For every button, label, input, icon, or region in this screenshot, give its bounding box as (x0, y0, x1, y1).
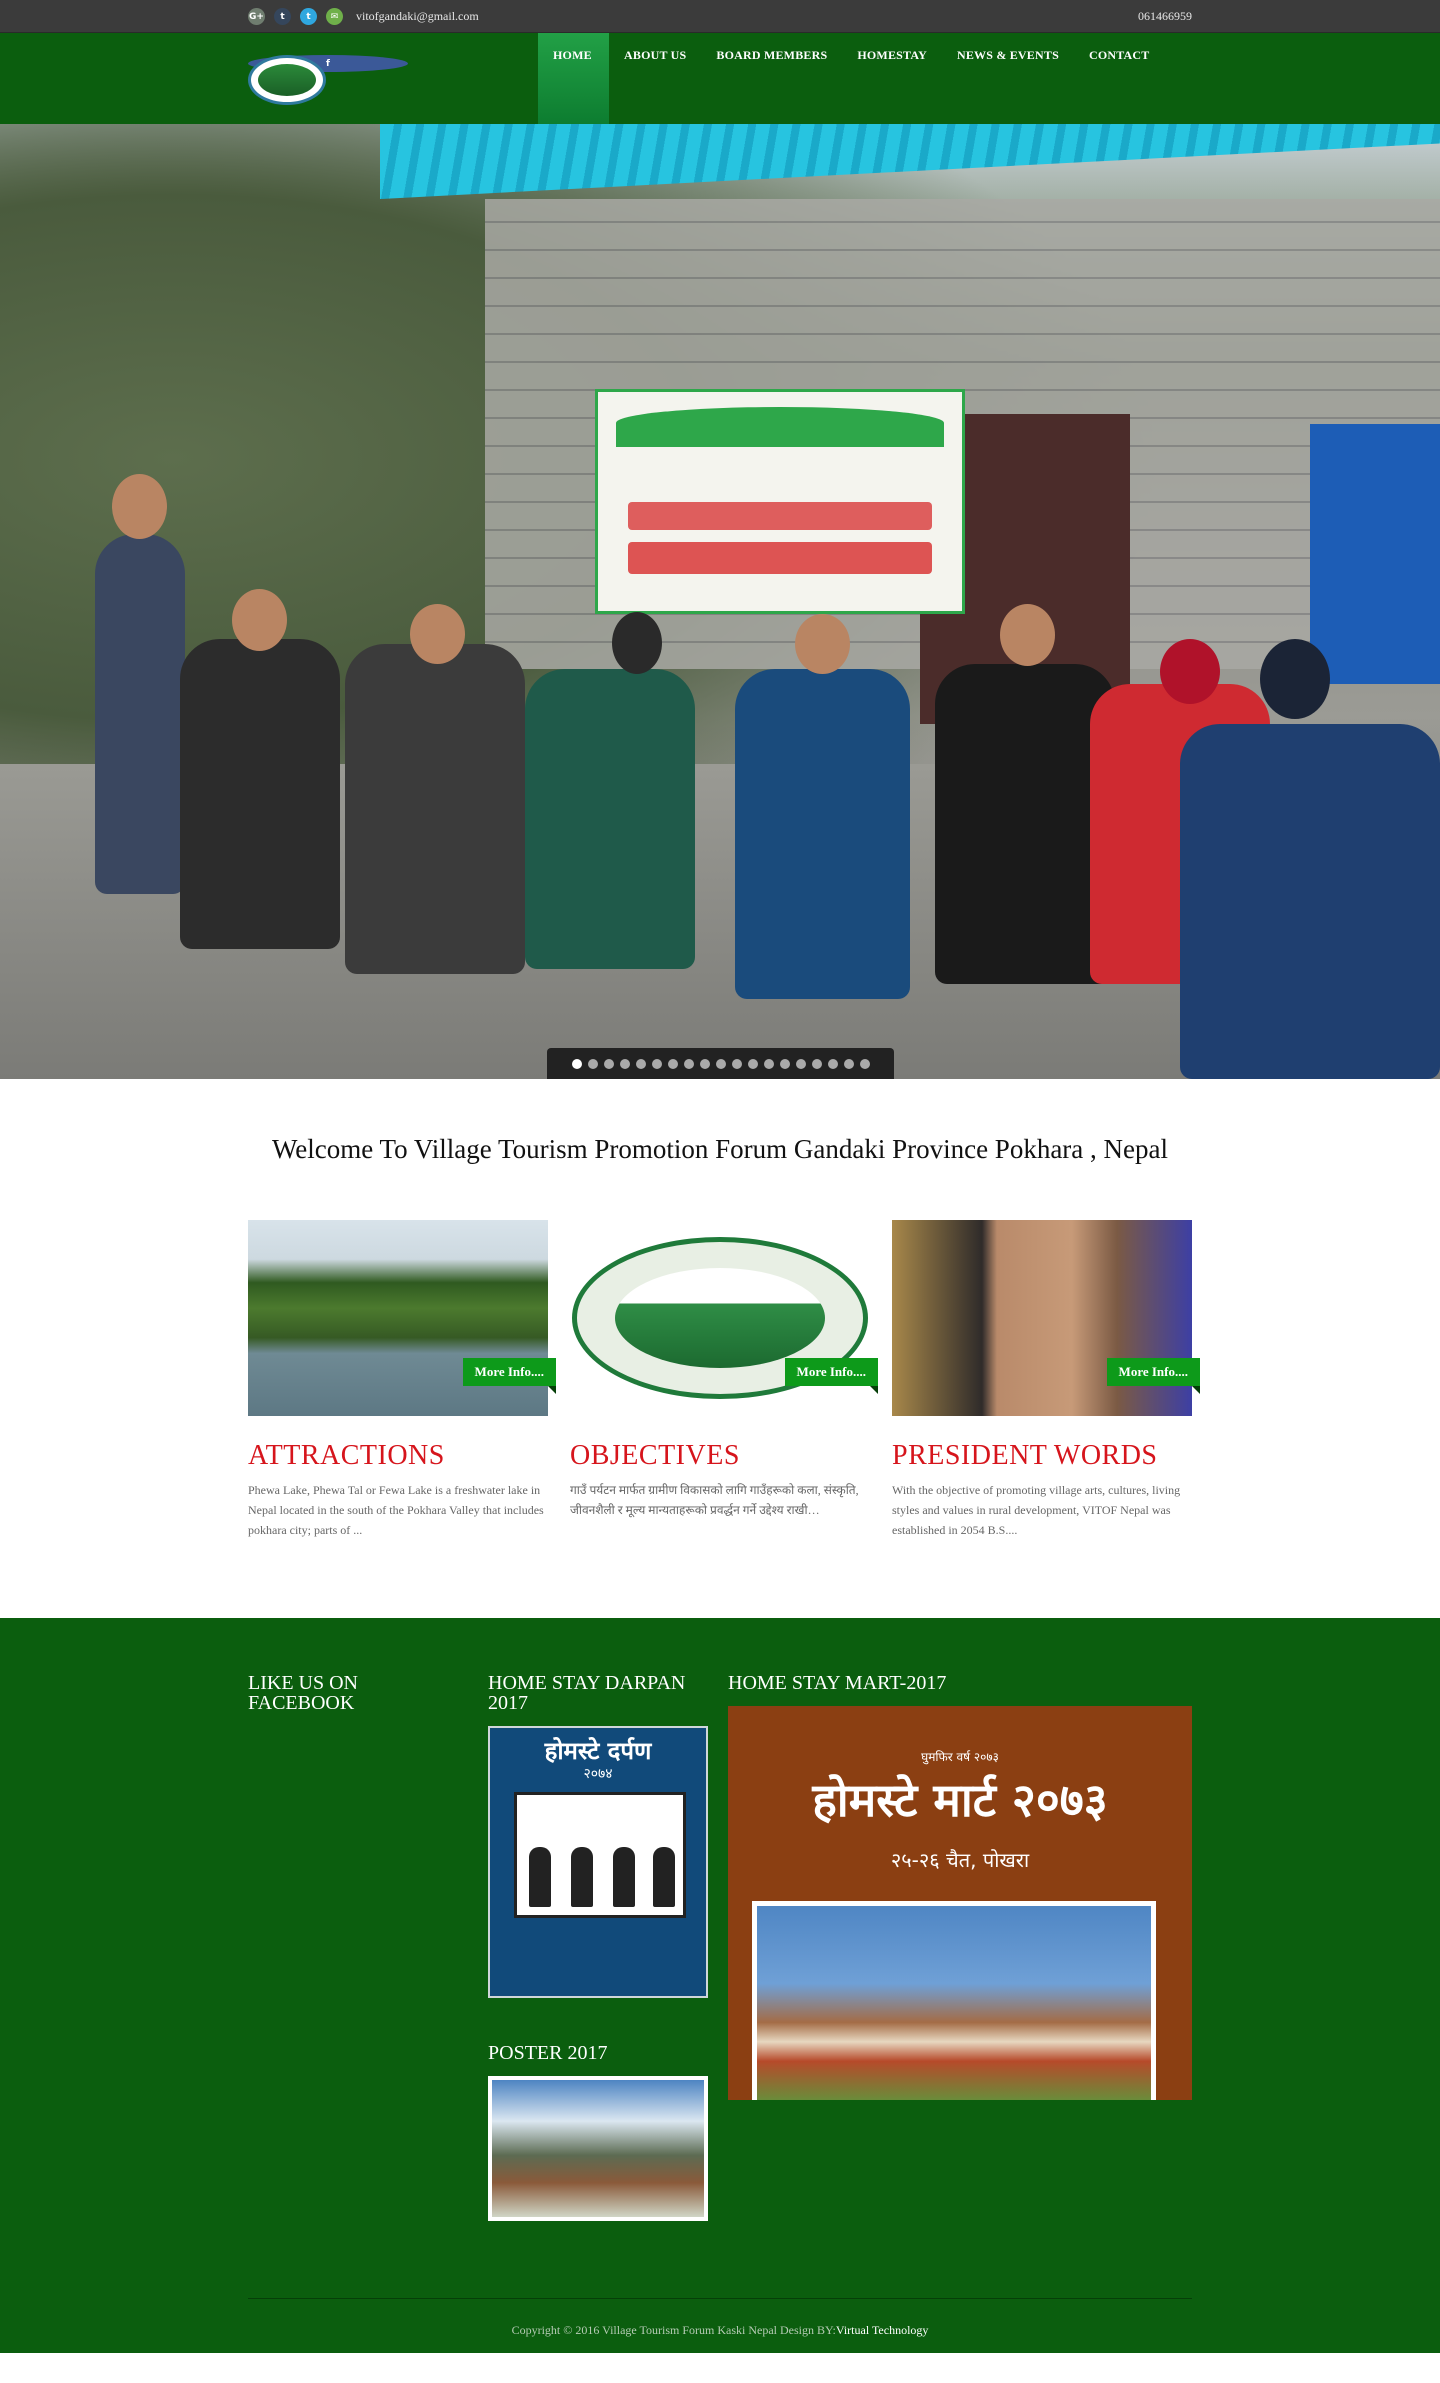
slider-dot[interactable] (651, 1058, 662, 1069)
mart-poster-image[interactable]: घुमफिर वर्ष २०७३ होमस्टे मार्ट २०७३ २५-२… (728, 1706, 1192, 2100)
site-logo[interactable] (248, 55, 326, 105)
facebook-widget: LIKE US ON FACEBOOK (248, 1673, 408, 1713)
feature-objectives: More Info.... OBJECTIVES गाउँ पर्यटन मार… (570, 1220, 879, 1540)
attractions-title[interactable]: ATTRACTIONS (248, 1440, 548, 1472)
attractions-image[interactable]: More Info.... (248, 1220, 557, 1416)
poster-widget-title: POSTER 2017 (488, 2042, 608, 2064)
hero-person (1180, 724, 1440, 1079)
slider-dot[interactable] (795, 1058, 806, 1069)
slider-dot[interactable] (619, 1058, 630, 1069)
darpan-cover-title: होमस्टे दर्पण (544, 1737, 652, 1765)
darpan-widget-title: HOME STAY DARPAN 2017 (488, 1672, 686, 1714)
poster-widget: POSTER 2017 (488, 2043, 708, 2221)
mart-poster-heading: होमस्टे मार्ट २०७३ (812, 1773, 1108, 1827)
objectives-image[interactable]: More Info.... (570, 1220, 879, 1416)
poster-image[interactable] (488, 2076, 708, 2221)
copyright-bar: Copyright © 2016 Village Tourism Forum K… (248, 2298, 1192, 2338)
slider-dot[interactable] (731, 1058, 742, 1069)
slider-dot[interactable] (747, 1058, 758, 1069)
twitter-icon[interactable]: t (300, 8, 317, 25)
slider-dot[interactable] (843, 1058, 854, 1069)
feature-attractions: More Info.... ATTRACTIONS Phewa Lake, Ph… (248, 1220, 557, 1540)
nav-board-members[interactable]: BOARD MEMBERS (701, 33, 842, 124)
darpan-cover-photo (514, 1792, 686, 1918)
president-words-title[interactable]: PRESIDENT WORDS (892, 1440, 1192, 1472)
hero-person (180, 639, 340, 949)
feature-president-words: More Info.... PRESIDENT WORDS With the o… (892, 1220, 1201, 1540)
slider-dot[interactable] (811, 1058, 822, 1069)
logo-emblem (256, 62, 318, 98)
site-footer: LIKE US ON FACEBOOK HOME STAY DARPAN 201… (0, 1618, 1440, 2353)
president-words-text: With the objective of promoting village … (892, 1483, 1181, 1537)
nav-about-us[interactable]: ABOUT US (609, 33, 701, 124)
objectives-title[interactable]: OBJECTIVES (570, 1440, 870, 1472)
slider-dot[interactable] (683, 1058, 694, 1069)
slider-dot[interactable] (699, 1058, 710, 1069)
attractions-text: Phewa Lake, Phewa Tal or Fewa Lake is a … (248, 1483, 544, 1537)
mart-widget-title: HOME STAY MART-2017 (728, 1672, 947, 1694)
slider-dot[interactable] (827, 1058, 838, 1069)
mart-poster-photo (752, 1901, 1156, 2100)
contact-phone: 061466959 (1138, 9, 1192, 23)
hero-photo-window (1310, 424, 1440, 684)
nav-contact[interactable]: CONTACT (1074, 33, 1165, 124)
slider-dot[interactable] (859, 1058, 870, 1069)
welcome-section: Welcome To Village Tourism Promotion For… (0, 1079, 1440, 1206)
email-icon[interactable]: ✉ (326, 8, 343, 25)
facebook-widget-title: LIKE US ON FACEBOOK (248, 1672, 358, 1714)
hero-person (345, 644, 525, 974)
google-plus-icon[interactable]: G+ (248, 8, 265, 25)
main-nav: HOME ABOUT US BOARD MEMBERS HOMESTAY NEW… (538, 33, 1164, 124)
objectives-more-button[interactable]: More Info.... (784, 1358, 879, 1394)
hero-person (95, 534, 185, 894)
hero-slider (0, 124, 1440, 1079)
hero-photo-banner (595, 389, 965, 614)
slider-dot[interactable] (779, 1058, 790, 1069)
nav-news-events[interactable]: NEWS & EVENTS (942, 33, 1074, 124)
slider-dot[interactable] (603, 1058, 614, 1069)
hero-person (935, 664, 1115, 984)
site-header: HOME ABOUT US BOARD MEMBERS HOMESTAY NEW… (0, 33, 1440, 124)
slider-dot[interactable] (571, 1058, 582, 1069)
top-bar: G+ f t t ✉ vitofgandaki@gmail.com 061466… (0, 0, 1440, 72)
contact-email[interactable]: vitofgandaki@gmail.com (356, 9, 479, 24)
welcome-title: Welcome To Village Tourism Promotion For… (271, 1134, 1169, 1164)
slider-dot[interactable] (715, 1058, 726, 1069)
hero-person (525, 669, 695, 969)
hero-person-head (410, 604, 465, 664)
nav-home[interactable]: HOME (538, 33, 609, 124)
president-image[interactable]: More Info.... (892, 1220, 1201, 1416)
hero-person-head (1000, 604, 1055, 666)
designer-link[interactable]: Virtual Technology (836, 2323, 929, 2337)
hero-person-head (1260, 639, 1330, 719)
slider-dot[interactable] (587, 1058, 598, 1069)
hero-person-head (232, 589, 287, 651)
hero-person-head (612, 612, 662, 674)
mart-poster-subtitle: घुमफिर वर्ष २०७३ (921, 1750, 999, 1764)
slider-dot[interactable] (763, 1058, 774, 1069)
attractions-more-button[interactable]: More Info.... (462, 1358, 557, 1394)
darpan-widget: HOME STAY DARPAN 2017 होमस्टे दर्पण २०७४ (488, 1673, 708, 1998)
slider-pagination (547, 1048, 894, 1079)
slider-dot[interactable] (667, 1058, 678, 1069)
tumblr-icon[interactable]: t (274, 8, 291, 25)
hero-photo-roof (380, 124, 1440, 199)
mart-poster-date: २५-२६ चैत, पोखरा (890, 1848, 1030, 1872)
nav-homestay[interactable]: HOMESTAY (842, 33, 942, 124)
darpan-cover-year: २०७४ (583, 1766, 613, 1782)
features-section: More Info.... ATTRACTIONS Phewa Lake, Ph… (0, 1206, 1440, 1618)
objectives-text: गाउँ पर्यटन मार्फत ग्रामीण विकासको लागि … (570, 1483, 859, 1517)
president-more-button[interactable]: More Info.... (1106, 1358, 1201, 1394)
hero-person-head (795, 614, 850, 674)
mart-widget: HOME STAY MART-2017 घुमफिर वर्ष २०७३ होम… (728, 1673, 1192, 2100)
darpan-cover-image[interactable]: होमस्टे दर्पण २०७४ (488, 1726, 708, 1998)
hero-person-head (1160, 639, 1220, 704)
hero-person (735, 669, 910, 999)
slider-dot[interactable] (635, 1058, 646, 1069)
copyright-text: Copyright © 2016 Village Tourism Forum K… (511, 2323, 929, 2337)
hero-person-head (112, 474, 167, 539)
